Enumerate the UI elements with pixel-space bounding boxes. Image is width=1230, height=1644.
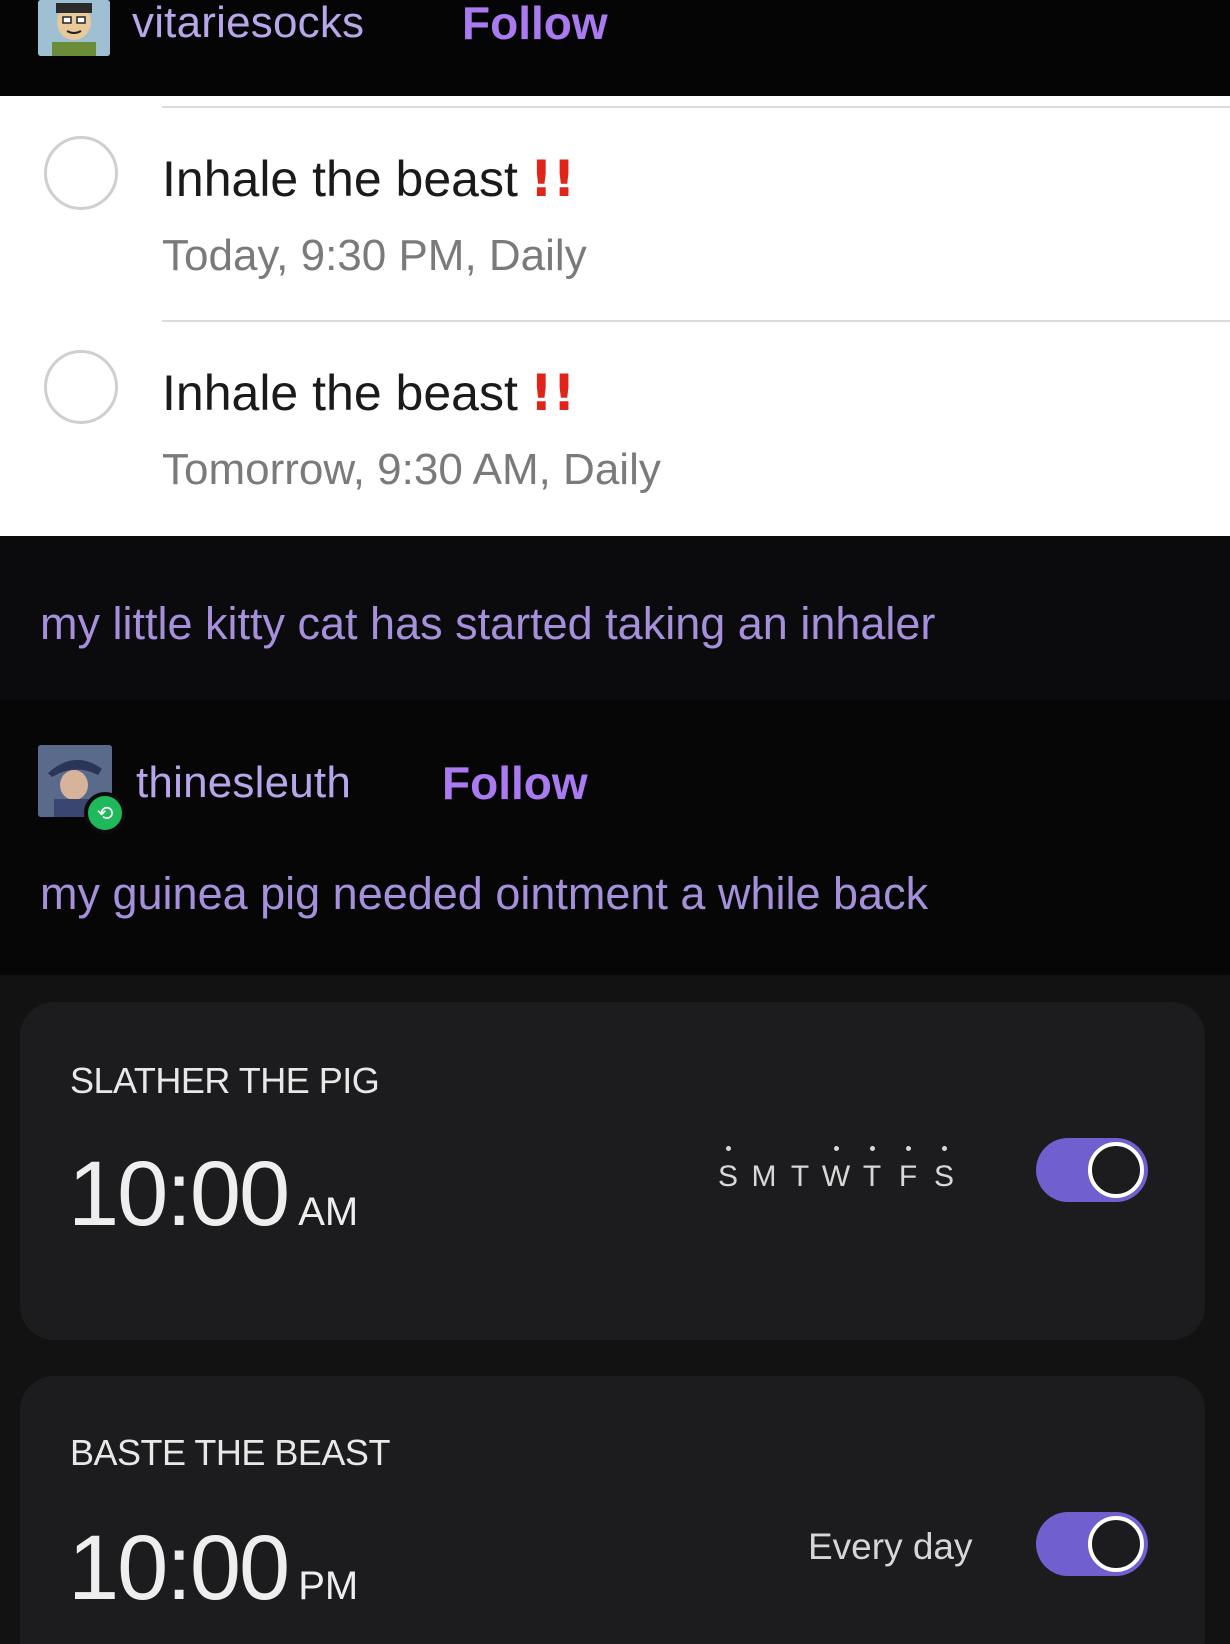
divider [162,320,1230,322]
toggle-knob [1088,1142,1144,1198]
day-mon: M [751,1160,777,1193]
priority-mark: !! [529,364,576,422]
alarm-label: BASTE THE BEAST [70,1432,390,1473]
alarm-time-value: 10:00 [68,1143,290,1245]
day-wed: W [818,1146,854,1194]
avatar-icon [38,0,110,56]
screenshot: vitariesocks Follow Inhale the beast!! T… [0,0,1230,1644]
day-thu: T [854,1146,890,1194]
alarm-time: 10:00 PM [68,1516,358,1621]
day-fri: F [890,1146,926,1194]
reblog-icon: ⟲ [84,792,126,834]
alarm-time: 10:00 AM [68,1142,358,1247]
alarm-card[interactable]: BASTE THE BEAST 10:00 PM Every day [20,1376,1205,1644]
post-header-vitariesocks: vitariesocks Follow [0,0,1230,96]
alarm-time-value: 10:00 [68,1517,290,1619]
alarm-toggle[interactable] [1036,1512,1148,1576]
alarm-card[interactable]: SLATHER THE PIG 10:00 AM S M T W T F S [20,1002,1205,1340]
priority-mark: !! [529,150,576,208]
alarm-repeat: Every day [808,1526,973,1567]
avatar-vitariesocks[interactable] [38,0,110,56]
reminders-list: Inhale the beast!! Today, 9:30 PM, Daily… [0,96,1230,536]
post-caption-vitariesocks: my little kitty cat has started taking a… [40,598,936,649]
alarm-period: PM [298,1564,359,1608]
follow-button-thinesleuth[interactable]: Follow [442,756,588,810]
day-sat: S [926,1146,962,1194]
divider [162,106,1230,108]
toggle-knob [1088,1516,1144,1572]
reminder-title: Inhale the beast!! [162,364,575,422]
alarm-toggle[interactable] [1036,1138,1148,1202]
post-caption-thinesleuth: my guinea pig needed ointment a while ba… [40,868,929,919]
follow-button-vitariesocks[interactable]: Follow [462,0,608,50]
username-vitariesocks[interactable]: vitariesocks [132,0,364,48]
post-thinesleuth [0,700,1230,975]
alarm-label: SLATHER THE PIG [70,1060,380,1101]
username-thinesleuth[interactable]: thinesleuth [136,758,351,808]
reminder-title-text: Inhale the beast [162,365,518,421]
day-sun: S [710,1146,746,1194]
day-tue: T [790,1160,810,1193]
reminder-title-text: Inhale the beast [162,151,518,207]
alarm-days: S M T W T F S [710,1146,962,1194]
reminder-subtitle: Today, 9:30 PM, Daily [162,231,587,280]
reminder-title: Inhale the beast!! [162,150,575,208]
reminder-subtitle: Tomorrow, 9:30 AM, Daily [162,445,661,494]
circle-checkbox-icon[interactable] [44,350,118,424]
circle-checkbox-icon[interactable] [44,136,118,210]
alarm-period: AM [298,1190,359,1234]
